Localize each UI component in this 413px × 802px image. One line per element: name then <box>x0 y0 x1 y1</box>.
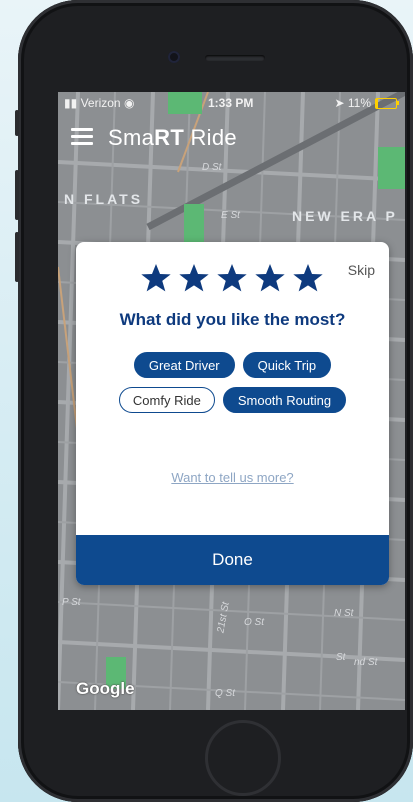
chip-comfy-ride[interactable]: Comfy Ride <box>118 387 215 413</box>
battery-percentage: ➤ 11% <box>334 96 371 110</box>
star-rating[interactable] <box>140 262 324 294</box>
street-label-st: St <box>336 652 346 663</box>
chip-great-driver[interactable]: Great Driver <box>133 352 235 378</box>
earpiece-speaker <box>205 55 265 61</box>
signal-icon: ▮▮ <box>64 96 78 110</box>
carrier-label: ▮▮ Verizon ◉ <box>64 96 135 110</box>
phone-frame: N FLATS NEW ERA P MIDTOWN D St E St P St… <box>15 0 413 802</box>
battery-level-fill <box>376 99 379 108</box>
status-time: 1:33 PM <box>208 96 254 110</box>
phone-screen: N FLATS NEW ERA P MIDTOWN D St E St P St… <box>58 92 405 710</box>
google-attribution: Google <box>76 679 135 698</box>
location-icon: ➤ <box>334 96 345 110</box>
home-button[interactable] <box>205 720 281 796</box>
feedback-chips: Great Driver Quick Trip Comfy Ride Smoot… <box>76 352 389 422</box>
front-camera <box>168 51 180 63</box>
tell-us-more-link[interactable]: Want to tell us more? <box>76 470 389 485</box>
status-bar: ▮▮ Verizon ◉ 1:33 PM ➤ 11% <box>58 92 405 114</box>
star-icon-2[interactable] <box>178 262 210 294</box>
chip-row-1: Great Driver Quick Trip <box>76 352 389 378</box>
street-label-p-st: P St <box>62 597 81 608</box>
wifi-icon: ◉ <box>123 96 135 110</box>
chip-smooth-routing[interactable]: Smooth Routing <box>222 387 347 413</box>
street-label-nd-st: nd St <box>354 657 378 668</box>
hamburger-menu-icon[interactable] <box>71 128 93 146</box>
street-label-q-st: Q St <box>215 688 236 699</box>
skip-button[interactable]: Skip <box>348 262 375 278</box>
chip-quick-trip[interactable]: Quick Trip <box>242 352 332 378</box>
done-button[interactable]: Done <box>76 535 389 585</box>
map-label-n-flats: N FLATS <box>64 191 144 207</box>
app-bar: SmaRT Ride <box>58 120 405 156</box>
chip-row-2: Comfy Ride Smooth Routing <box>76 387 389 413</box>
volume-up-button <box>15 170 19 220</box>
street-label-d-st: D St <box>202 162 222 173</box>
street-label-e-st: E St <box>221 210 240 221</box>
battery-icon <box>375 98 399 109</box>
volume-down-button <box>15 232 19 282</box>
silent-switch <box>15 110 19 136</box>
street-label-n-st: N St <box>334 608 354 619</box>
star-icon-1[interactable] <box>140 262 172 294</box>
app-title: SmaRT Ride <box>108 125 237 150</box>
rating-dialog: Skip What did you like the most? Great D… <box>76 242 389 585</box>
map-label-new-era: NEW ERA P <box>292 208 398 224</box>
star-icon-3[interactable] <box>216 262 248 294</box>
rating-question: What did you like the most? <box>119 310 346 329</box>
star-icon-5[interactable] <box>292 262 324 294</box>
star-icon-4[interactable] <box>254 262 286 294</box>
street-label-o-st: O St <box>244 617 265 628</box>
